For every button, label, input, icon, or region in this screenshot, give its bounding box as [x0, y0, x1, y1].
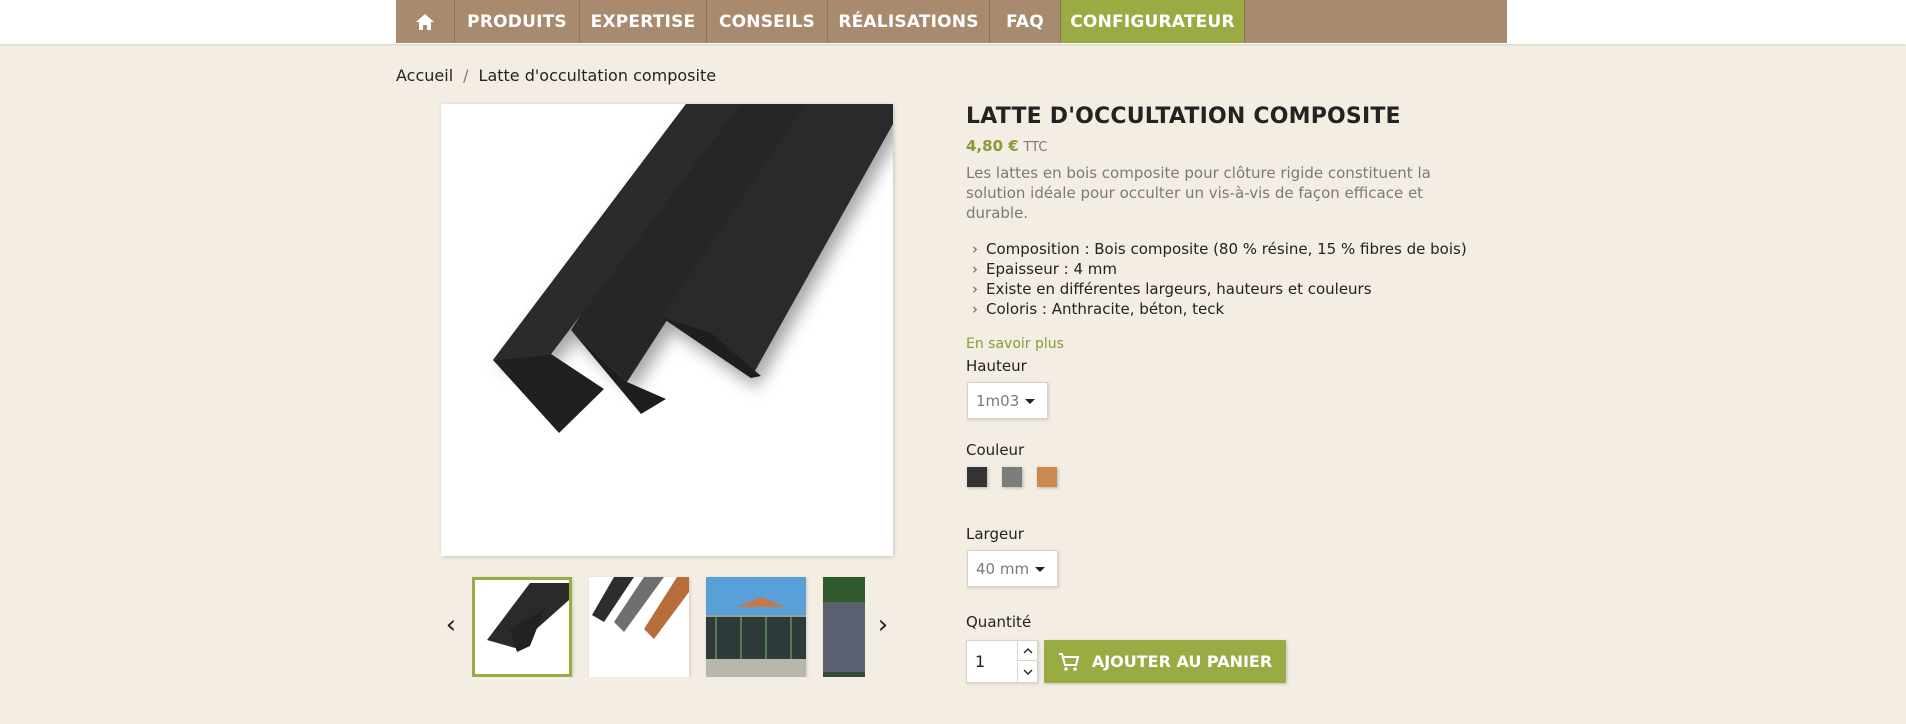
feature-text: Existe en différentes largeurs, hauteurs… — [986, 280, 1372, 298]
color-label: Couleur — [966, 441, 1025, 459]
site-header: PRODUITS EXPERTISE CONSEILS RÉALISATIONS… — [0, 0, 1906, 44]
feature-text: Coloris : Anthracite, béton, teck — [986, 300, 1225, 318]
feature-list: › Composition : Bois composite (80 % rési… — [966, 239, 1486, 319]
feature-item: › Composition : Bois composite (80 % rési… — [966, 239, 1486, 259]
color-swatch-teck[interactable] — [1037, 467, 1057, 487]
thumbnail-carousel: ‹ › — [441, 575, 893, 677]
nav-configurateur[interactable]: CONFIGURATEUR — [1061, 0, 1245, 43]
breadcrumb: Accueil / Latte d'occultation composite — [396, 66, 716, 85]
thumbnail-black-slats[interactable] — [472, 577, 572, 677]
product-title: LATTE D'OCCULTATION COMPOSITE — [966, 104, 1401, 129]
feature-item: › Coloris : Anthracite, béton, teck — [966, 299, 1486, 319]
price-row: 4,80 € TTC — [966, 137, 1486, 155]
product-info: LATTE D'OCCULTATION COMPOSITE 4,80 € TTC… — [966, 104, 1486, 352]
chevron-right-icon: › — [972, 280, 978, 298]
color-swatch-beton[interactable] — [1002, 467, 1022, 487]
feature-item: › Epaisseur : 4 mm — [966, 259, 1486, 279]
add-to-cart-button[interactable]: AJOUTER AU PANIER — [1044, 640, 1286, 683]
chevron-down-icon — [1023, 669, 1033, 675]
breadcrumb-current: Latte d'occultation composite — [478, 66, 717, 85]
feature-text: Composition : Bois composite (80 % résin… — [986, 240, 1467, 258]
product-description: Les lattes en bois composite pour clôtur… — [966, 164, 1431, 222]
product-price: 4,80 € — [966, 137, 1019, 155]
quantity-increment[interactable] — [1017, 641, 1038, 661]
width-select[interactable]: 40 mm — [967, 550, 1058, 587]
chevron-right-icon: › — [972, 260, 978, 278]
thumbnail-three-color-slats[interactable] — [589, 577, 689, 677]
thumbnail-image — [823, 577, 865, 677]
thumbnail-fence-photo[interactable] — [706, 577, 806, 677]
carousel-next-arrow[interactable]: › — [873, 610, 893, 640]
carousel-prev-arrow[interactable]: ‹ — [441, 610, 461, 640]
thumbnail-image — [706, 577, 806, 677]
nav-home[interactable] — [396, 0, 455, 43]
height-value: 1m03 — [976, 391, 1020, 410]
feature-item: › Existe en différentes largeurs, hauteur… — [966, 279, 1486, 299]
nav-conseils[interactable]: CONSEILS — [707, 0, 828, 43]
add-to-cart-label: AJOUTER AU PANIER — [1091, 652, 1273, 671]
more-info-link[interactable]: En savoir plus — [966, 336, 1486, 352]
caret-down-icon — [1025, 399, 1035, 404]
thumbnail-fence-closeup[interactable] — [823, 577, 865, 677]
width-value: 40 mm — [976, 559, 1030, 578]
nav-expertise[interactable]: EXPERTISE — [580, 0, 707, 43]
home-icon — [416, 13, 434, 30]
thumbnail-track — [472, 575, 865, 677]
quantity-label: Quantité — [966, 613, 1032, 631]
product-main-image[interactable] — [441, 104, 893, 556]
slats-image — [493, 104, 893, 433]
thumbnail-image — [487, 583, 569, 652]
chevron-right-icon: › — [972, 240, 978, 258]
chevron-right-icon: › — [972, 300, 978, 318]
breadcrumb-home[interactable]: Accueil — [396, 66, 453, 85]
breadcrumb-separator: / — [463, 66, 469, 85]
nav-realisations[interactable]: RÉALISATIONS — [828, 0, 990, 43]
quantity-decrement[interactable] — [1017, 662, 1038, 682]
quantity-input[interactable] — [967, 641, 1017, 682]
width-label: Largeur — [966, 525, 1024, 543]
thumbnail-image — [592, 577, 689, 639]
height-select[interactable]: 1m03 — [967, 382, 1048, 419]
price-suffix: TTC — [1023, 140, 1048, 155]
quantity-stepper — [966, 640, 1038, 683]
feature-text: Epaisseur : 4 mm — [986, 260, 1118, 278]
nav-faq[interactable]: FAQ — [990, 0, 1061, 43]
main-nav: PRODUITS EXPERTISE CONSEILS RÉALISATIONS… — [396, 0, 1507, 43]
nav-produits[interactable]: PRODUITS — [455, 0, 580, 43]
cart-icon — [1058, 652, 1080, 671]
height-label: Hauteur — [966, 357, 1027, 375]
caret-down-icon — [1035, 567, 1045, 572]
chevron-up-icon — [1023, 647, 1033, 653]
color-swatch-anthracite[interactable] — [967, 467, 987, 487]
